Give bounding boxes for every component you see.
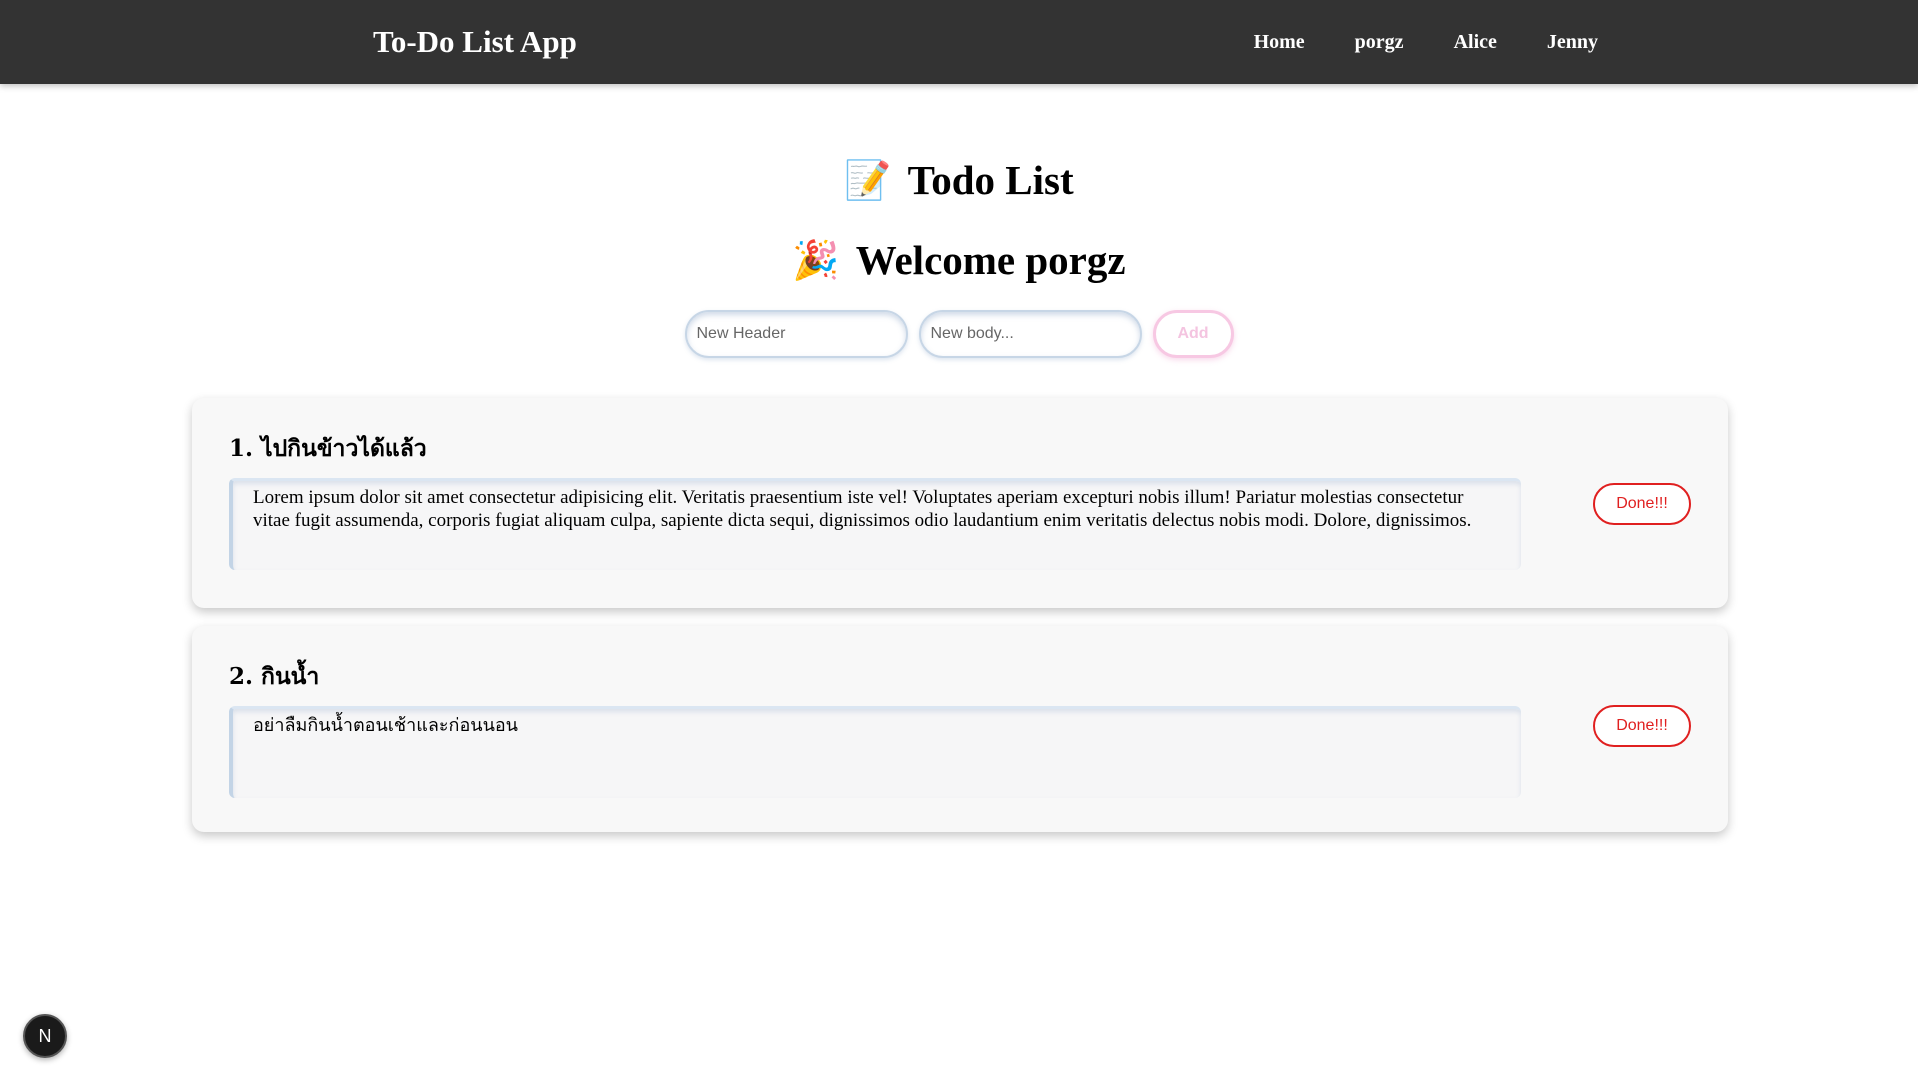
- new-header-input[interactable]: [684, 310, 908, 358]
- welcome-heading: 🎉 Welcome porgz: [0, 232, 1918, 288]
- add-button[interactable]: Add: [1152, 310, 1234, 358]
- done-button[interactable]: Done!!!: [1593, 705, 1691, 747]
- done-button[interactable]: Done!!!: [1593, 483, 1691, 525]
- todo-body: อย่าลืมกินน้ำตอนเช้าและก่อนนอน: [229, 706, 1521, 798]
- page-title-text: Todo List: [907, 157, 1074, 203]
- nav-link-porgz[interactable]: porgz: [1355, 28, 1404, 56]
- todo-header: 2. กินน้ำ: [229, 663, 320, 690]
- page-title: 📝 Todo List: [0, 152, 1918, 208]
- nav-links: Home porgz Alice Jenny: [1204, 28, 1598, 56]
- todo-header: 1. ไปกินข้าวได้แล้ว: [229, 435, 427, 462]
- todo-body: Lorem ipsum dolor sit amet consectetur a…: [229, 478, 1521, 570]
- nav-link-alice[interactable]: Alice: [1454, 28, 1497, 56]
- nav-link-jenny[interactable]: Jenny: [1547, 28, 1598, 56]
- todo-card: 2. กินน้ำ อย่าลืมกินน้ำตอนเช้าและก่อนนอน…: [192, 626, 1728, 832]
- add-todo-form: Add: [0, 310, 1918, 358]
- new-body-input[interactable]: [918, 310, 1142, 358]
- welcome-text: Welcome porgz: [855, 237, 1126, 283]
- app-brand[interactable]: To-Do List App: [373, 22, 577, 62]
- memo-icon: 📝: [844, 157, 892, 202]
- todo-card: 1. ไปกินข้าวได้แล้ว Lorem ipsum dolor si…: [192, 398, 1728, 608]
- party-popper-icon: 🎉: [792, 237, 840, 282]
- nextjs-dev-badge-icon[interactable]: N: [23, 1014, 67, 1058]
- navbar: To-Do List App Home porgz Alice Jenny: [0, 0, 1918, 84]
- nav-link-home[interactable]: Home: [1254, 28, 1305, 56]
